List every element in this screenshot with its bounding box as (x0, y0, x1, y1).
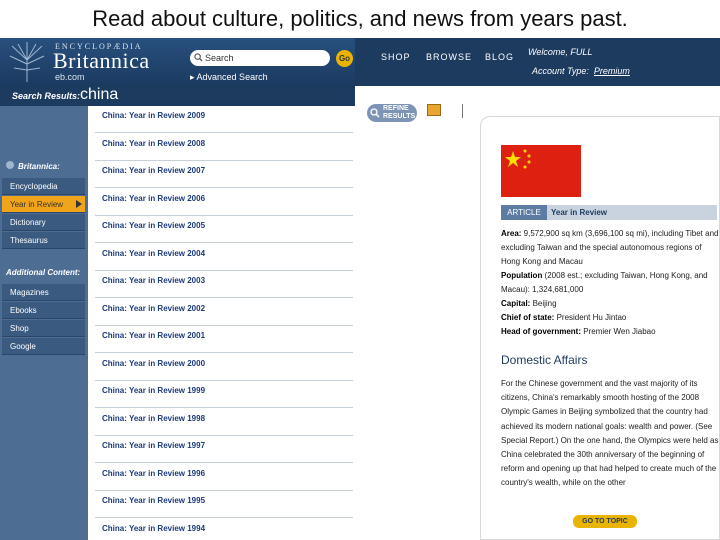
fact-value: President Hu Jintao (554, 313, 627, 322)
search-placeholder: Search (205, 53, 234, 63)
result-link[interactable]: China: Year in Review 2004 (102, 249, 205, 258)
fact-population: Population (2008 est.; excluding Taiwan,… (501, 269, 719, 297)
result-link[interactable]: China: Year in Review 2007 (102, 166, 205, 175)
result-link[interactable]: China: Year in Review 2006 (102, 194, 205, 203)
result-link[interactable]: China: Year in Review 1996 (102, 469, 205, 478)
result-link[interactable]: China: Year in Review 1995 (102, 496, 205, 505)
list-item[interactable]: China: Year in Review 2002 (95, 299, 353, 326)
search-input[interactable]: Search (190, 50, 330, 66)
logo-area: ENCYCLOPÆDIA Britannica eb.com Search Go… (0, 38, 355, 86)
refine-results-button[interactable]: REFINE RESULTS (367, 104, 417, 122)
list-item[interactable]: China: Year in Review 2005 (95, 216, 353, 243)
result-link[interactable]: China: Year in Review 2009 (102, 111, 205, 120)
search-results-label: Search Results: (12, 91, 81, 101)
browser-screenshot: ENCYCLOPÆDIA Britannica eb.com Search Go… (0, 38, 720, 540)
tab-article[interactable]: ARTICLE (501, 205, 547, 220)
nav-browse[interactable]: BROWSE (426, 52, 472, 62)
result-list: China: Year in Review 2009 China: Year i… (95, 106, 355, 540)
result-link[interactable]: China: Year in Review 2002 (102, 304, 205, 313)
nav-shop[interactable]: SHOP (381, 52, 411, 62)
list-item[interactable]: China: Year in Review 2006 (95, 189, 353, 216)
result-link[interactable]: China: Year in Review 2008 (102, 139, 205, 148)
article-panel: ARTICLE Year in Review Area: 9,572,900 s… (480, 116, 720, 540)
list-item[interactable]: China: Year in Review 1996 (95, 464, 353, 491)
fact-list: Area: 9,572,900 sq km (3,696,100 sq mi),… (501, 227, 719, 339)
list-item[interactable]: China: Year in Review 2003 (95, 271, 353, 298)
top-header: ENCYCLOPÆDIA Britannica eb.com Search Go… (0, 38, 720, 86)
list-item[interactable]: China: Year in Review 1994 (95, 519, 353, 540)
result-link[interactable]: China: Year in Review 2005 (102, 221, 205, 230)
article-tab-bar: ARTICLE Year in Review (501, 205, 717, 220)
sidebar-item-thesaurus[interactable]: Thesaurus (2, 232, 85, 249)
advanced-search-link[interactable]: ▸ Advanced Search (190, 72, 268, 83)
list-item[interactable]: China: Year in Review 2001 (95, 326, 353, 353)
divider (462, 104, 463, 118)
magnifier-icon (370, 108, 380, 118)
list-item[interactable]: China: Year in Review 1998 (95, 409, 353, 436)
sidebar: Britannica: Encyclopedia Year in Review … (0, 106, 88, 540)
sidebar-heading-additional: Additional Content: (6, 268, 81, 277)
result-link[interactable]: China: Year in Review 1998 (102, 414, 205, 423)
list-item[interactable]: China: Year in Review 1997 (95, 436, 353, 463)
logo-domain: eb.com (55, 72, 85, 82)
nav-blog[interactable]: BLOG (485, 52, 514, 62)
result-link[interactable]: China: Year in Review 2003 (102, 276, 205, 285)
result-link[interactable]: China: Year in Review 1999 (102, 386, 205, 395)
search-results-bar: Search Results: china (0, 86, 355, 106)
fact-area: Area: 9,572,900 sq km (3,696,100 sq mi),… (501, 227, 719, 269)
sidebar-item-shop[interactable]: Shop (2, 320, 85, 337)
list-item[interactable]: China: Year in Review 1995 (95, 491, 353, 518)
welcome-text: Welcome, FULL (528, 47, 593, 57)
sidebar-item-ebooks[interactable]: Ebooks (2, 302, 85, 319)
account-value-link[interactable]: Premium (594, 66, 630, 76)
fact-label: Chief of state: (501, 313, 555, 322)
go-button[interactable]: Go (336, 50, 353, 67)
result-link[interactable]: China: Year in Review 2000 (102, 359, 205, 368)
list-item[interactable]: China: Year in Review 2004 (95, 244, 353, 271)
result-link[interactable]: China: Year in Review 2001 (102, 331, 205, 340)
sidebar-item-google[interactable]: Google (2, 338, 85, 355)
list-item[interactable]: China: Year in Review 2007 (95, 161, 353, 188)
fact-label: Capital: (501, 299, 531, 308)
list-item[interactable]: China: Year in Review 2000 (95, 354, 353, 381)
sidebar-item-year-in-review[interactable]: Year in Review (2, 196, 85, 213)
sidebar-item-encyclopedia[interactable]: Encyclopedia (2, 178, 85, 195)
fact-capital: Capital: Beijing (501, 297, 719, 311)
fact-value: 9,572,900 sq km (3,696,100 sq mi), inclu… (501, 229, 719, 266)
folder-icon[interactable] (427, 104, 441, 116)
fact-value: Premier Wen Jiabao (581, 327, 656, 336)
go-to-topic-button[interactable]: GO TO TOPIC (573, 515, 637, 528)
sidebar-item-dictionary[interactable]: Dictionary (2, 214, 85, 231)
britannica-logo[interactable]: Britannica (53, 48, 150, 74)
article-area: REFINE RESULTS ARTICLE Year in Review Ar… (355, 86, 720, 540)
sidebar-heading-britannica: Britannica: (18, 162, 60, 171)
advanced-search-label: Advanced Search (196, 72, 268, 82)
fact-chief: Chief of state: President Hu Jintao (501, 311, 719, 325)
result-link[interactable]: China: Year in Review 1997 (102, 441, 205, 450)
tab-year-in-review[interactable]: Year in Review (551, 205, 607, 220)
fact-label: Head of government: (501, 327, 582, 336)
fact-head-gov: Head of government: Premier Wen Jiabao (501, 325, 719, 339)
china-flag-image (501, 145, 581, 197)
fact-label: Population (501, 271, 543, 280)
thistle-small-icon (6, 161, 14, 169)
thistle-logo-icon (9, 42, 45, 82)
list-item[interactable]: China: Year in Review 1999 (95, 381, 353, 408)
section-heading: Domestic Affairs (501, 353, 588, 367)
sidebar-item-magazines[interactable]: Magazines (2, 284, 85, 301)
search-query: china (80, 86, 119, 103)
article-body: For the Chinese government and the vast … (501, 379, 719, 488)
list-item[interactable]: China: Year in Review 2008 (95, 134, 353, 161)
account-type: Account Type: Premium (532, 66, 630, 76)
account-label: Account Type: (532, 66, 589, 76)
fact-label: Area: (501, 229, 522, 238)
refine-results-label: REFINE RESULTS (383, 105, 416, 120)
list-item[interactable]: China: Year in Review 2009 (95, 106, 353, 133)
fact-value: Beijing (530, 299, 557, 308)
search-icon (194, 53, 203, 62)
slide-title: Read about culture, politics, and news f… (92, 6, 628, 31)
result-link[interactable]: China: Year in Review 1994 (102, 524, 205, 533)
